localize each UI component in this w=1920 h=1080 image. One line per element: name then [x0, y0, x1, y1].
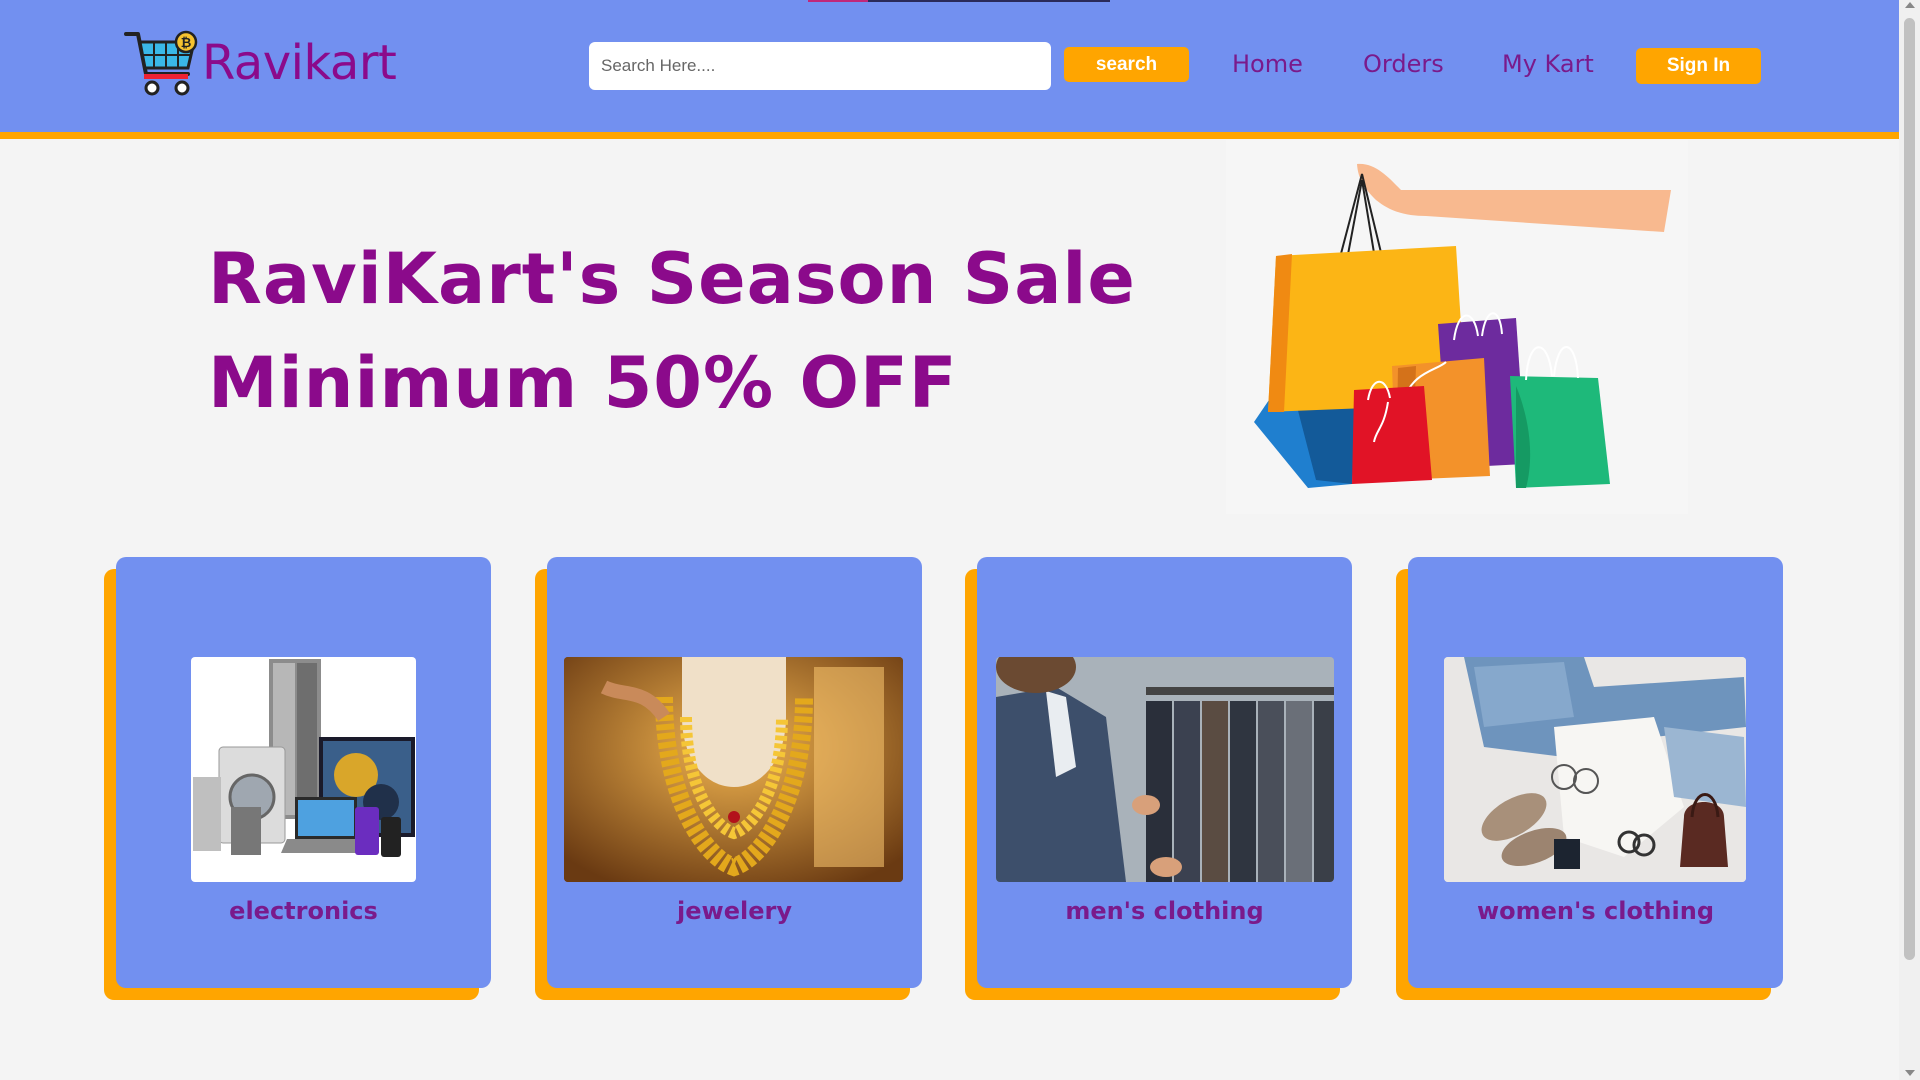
- gold-necklace-photo: [564, 657, 903, 882]
- page-scrollbar[interactable]: [1899, 0, 1920, 1080]
- sign-in-button[interactable]: Sign In: [1636, 48, 1761, 84]
- womens-outfit-photo: [1444, 657, 1746, 882]
- category-label: jewelery: [677, 897, 792, 925]
- category-label: women's clothing: [1476, 897, 1714, 925]
- category-card-mens-clothing[interactable]: men's clothing: [977, 557, 1352, 988]
- scroll-up-arrow-icon[interactable]: [1905, 2, 1915, 8]
- search-input[interactable]: [589, 42, 1051, 90]
- mens-suits-photo: [996, 657, 1334, 882]
- search-button[interactable]: search: [1064, 47, 1189, 82]
- category-label: electronics: [229, 897, 378, 925]
- brand-name: Ravikart: [202, 35, 397, 91]
- category-card-womens-clothing[interactable]: women's clothing: [1408, 557, 1783, 988]
- scroll-down-arrow-icon[interactable]: [1905, 1070, 1915, 1076]
- nav-orders-link[interactable]: Orders: [1363, 50, 1444, 78]
- category-label: men's clothing: [1065, 897, 1264, 925]
- brand-logo-link[interactable]: ₿ Ravikart: [124, 28, 397, 98]
- page-loading-bar: [808, 0, 1110, 2]
- top-navbar: ₿ Ravikart search Home Orders My Kart Si…: [0, 0, 1899, 139]
- electronics-appliances-photo: [191, 657, 416, 882]
- hero-headline: RaviKart's Season Sale: [208, 238, 1136, 320]
- category-card-jewelery[interactable]: jewelery: [547, 557, 922, 988]
- hero-subheadline: Minimum 50% OFF: [208, 342, 958, 424]
- scrollbar-thumb[interactable]: [1904, 18, 1915, 960]
- shopping-bags-illustration: [1226, 140, 1688, 514]
- svg-text:₿: ₿: [181, 36, 192, 51]
- nav-my-kart-link[interactable]: My Kart: [1502, 50, 1594, 78]
- shopping-cart-icon: ₿: [124, 30, 198, 96]
- nav-home-link[interactable]: Home: [1232, 50, 1303, 78]
- category-card-electronics[interactable]: electronics: [116, 557, 491, 988]
